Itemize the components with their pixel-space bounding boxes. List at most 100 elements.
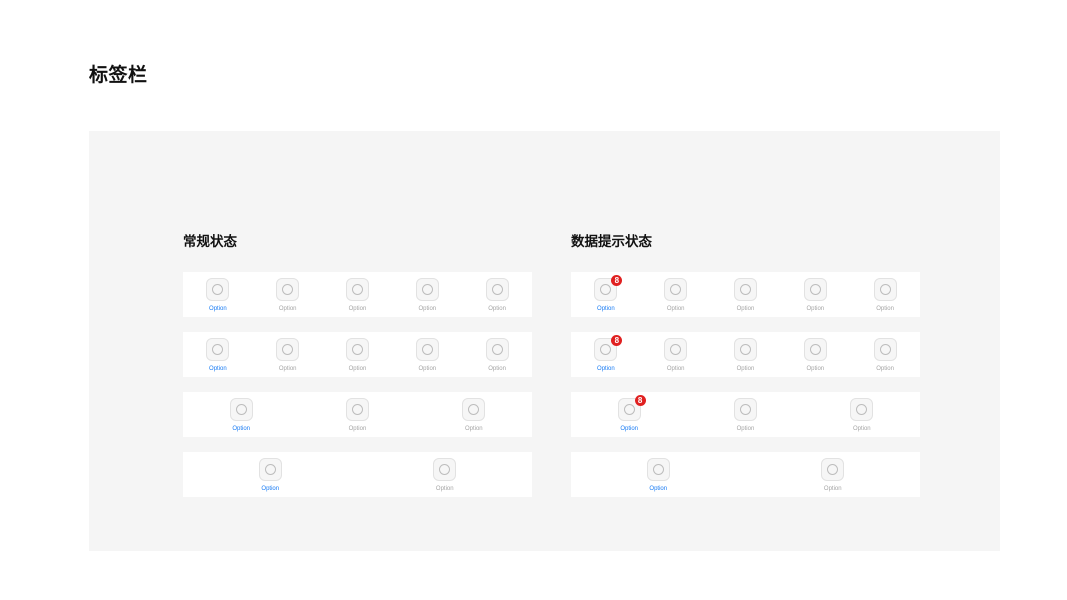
tab-item-active[interactable]: Option [571, 452, 746, 497]
tab-item[interactable]: Option [462, 272, 532, 317]
tab-label: Option [597, 306, 615, 312]
tab-label: Option [418, 306, 437, 312]
tab-icon-box [733, 278, 757, 301]
tab-bar: 8 Option Option Option Option Option [571, 332, 920, 377]
circle-placeholder-icon [264, 464, 276, 475]
tab-label: Option [488, 366, 506, 372]
circle-placeholder-icon [879, 344, 891, 355]
tab-bar: Option Option [571, 452, 920, 497]
tab-label: Option [209, 366, 227, 372]
tab-item-active[interactable]: 8 Option [571, 272, 641, 317]
circle-placeholder-icon [282, 284, 294, 295]
tab-item-active[interactable]: Option [183, 272, 253, 317]
tab-label: Option [666, 366, 685, 372]
tab-icon-box [276, 338, 300, 361]
tab-label: Option [488, 306, 506, 312]
tab-item[interactable]: Option [687, 392, 803, 437]
tab-icon-box [803, 278, 827, 301]
tab-item-active[interactable]: 8 Option [571, 392, 687, 437]
circle-placeholder-icon [652, 464, 664, 475]
tab-item[interactable]: Option [323, 272, 393, 317]
tab-item[interactable]: Option [392, 332, 462, 377]
circle-placeholder-icon [491, 284, 503, 295]
circle-placeholder-icon [670, 344, 682, 355]
tab-item[interactable]: Option [392, 272, 462, 317]
tab-icon-box [206, 278, 230, 301]
tab-item[interactable]: Option [850, 272, 920, 317]
tab-item[interactable]: Option [323, 332, 393, 377]
tab-item[interactable]: Option [416, 392, 532, 437]
notification-badge: 8 [611, 275, 623, 286]
tab-icon-box [850, 398, 874, 421]
tab-icon-box [664, 338, 688, 361]
tab-item[interactable]: Option [780, 272, 850, 317]
tab-item[interactable]: Option [253, 272, 323, 317]
tab-icon-box [485, 338, 509, 361]
tab-icon-box [821, 458, 845, 481]
tab-item[interactable]: Option [746, 452, 921, 497]
tab-item-active[interactable]: Option [183, 392, 299, 437]
tab-bar: 8 Option Option Option Option Option [571, 272, 920, 317]
circle-placeholder-icon [439, 464, 451, 475]
tab-item-active[interactable]: Option [183, 332, 253, 377]
section-title: 常规状态 [183, 234, 237, 250]
tab-label: Option [261, 486, 280, 492]
tab-icon-box [345, 278, 369, 301]
tab-item[interactable]: Option [641, 272, 711, 317]
circle-placeholder-icon [212, 344, 224, 355]
tab-item-active[interactable]: Option [183, 452, 358, 497]
tab-item-active[interactable]: 8 Option [571, 332, 641, 377]
tab-icon-box [873, 278, 897, 301]
page-title: 标签栏 [89, 64, 148, 86]
circle-placeholder-icon [282, 344, 294, 355]
demo-panel: 常规状态 Option Option Option Option Option Optio… [89, 131, 1000, 551]
circle-placeholder-icon [351, 344, 363, 355]
circle-placeholder-icon [491, 344, 503, 355]
tab-label: Option [435, 486, 454, 492]
circle-placeholder-icon [351, 284, 363, 295]
tab-label: Option [620, 426, 638, 432]
tab-item[interactable]: Option [358, 452, 533, 497]
circle-placeholder-icon [421, 284, 433, 295]
tab-item[interactable]: Option [299, 392, 415, 437]
tab-item[interactable]: Option [780, 332, 850, 377]
tab-icon-box [462, 398, 486, 421]
notification-badge: 8 [611, 335, 623, 346]
circle-placeholder-icon [212, 284, 224, 295]
tab-item[interactable]: Option [253, 332, 323, 377]
circle-placeholder-icon [351, 404, 363, 415]
tab-icon-box [733, 338, 757, 361]
tab-icon-box [229, 398, 253, 421]
tab-icon-box [646, 458, 670, 481]
circle-placeholder-icon [235, 404, 247, 415]
notification-badge: 8 [634, 395, 646, 406]
tab-label: Option [736, 426, 755, 432]
circle-placeholder-icon [879, 284, 891, 295]
tab-label: Option [278, 366, 297, 372]
circle-placeholder-icon [856, 404, 868, 415]
circle-placeholder-icon [739, 404, 751, 415]
tab-item[interactable]: Option [711, 272, 781, 317]
tab-label: Option [209, 306, 227, 312]
tab-label: Option [597, 366, 615, 372]
tab-item[interactable]: Option [711, 332, 781, 377]
tab-icon-box [664, 278, 688, 301]
circle-placeholder-icon [600, 284, 612, 295]
tab-label: Option [464, 426, 483, 432]
tab-icon-box [345, 398, 369, 421]
tab-label: Option [876, 366, 894, 372]
circle-placeholder-icon [827, 464, 839, 475]
tab-item[interactable]: Option [462, 332, 532, 377]
section-badge: 数据提示状态 8 Option Option Option Option Option 8 O… [571, 232, 920, 512]
tab-icon-box [803, 338, 827, 361]
tab-label: Option [736, 366, 755, 372]
tab-item[interactable]: Option [641, 332, 711, 377]
tab-label: Option [348, 366, 367, 372]
tab-item[interactable]: Option [850, 332, 920, 377]
tabbar-list: 8 Option Option Option Option Option 8 Option Op… [571, 272, 920, 497]
tab-label: Option [348, 426, 367, 432]
tab-icon-box [733, 398, 757, 421]
tab-item[interactable]: Option [804, 392, 920, 437]
tab-label: Option [278, 306, 297, 312]
tab-icon-box [345, 338, 369, 361]
